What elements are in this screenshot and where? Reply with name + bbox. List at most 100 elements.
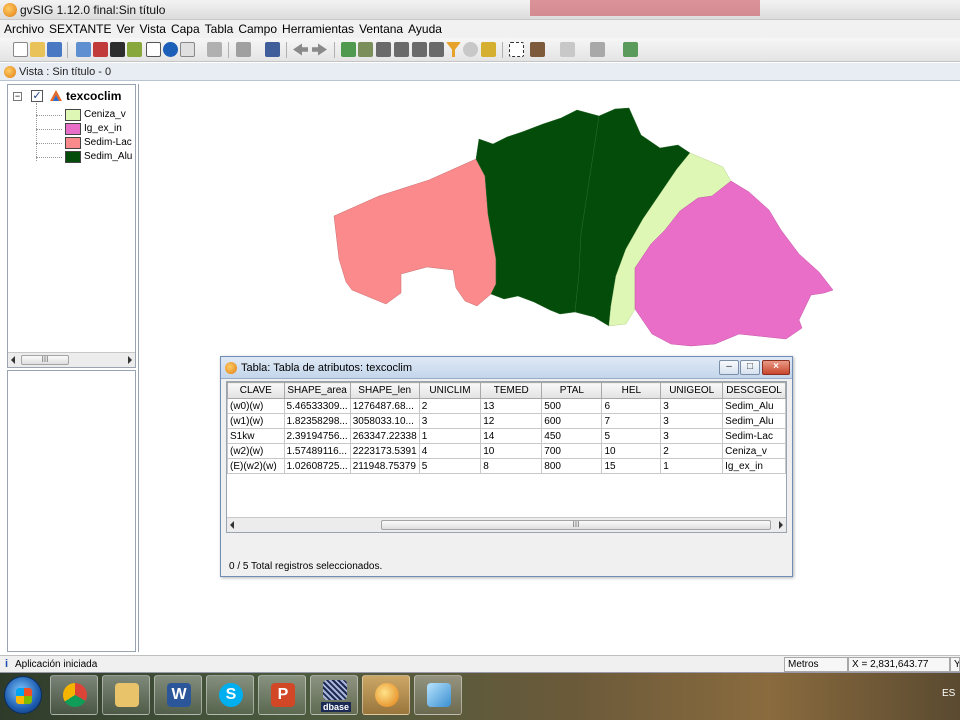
table-cell[interactable]: 5 bbox=[601, 428, 662, 444]
sort-desc-icon[interactable] bbox=[394, 42, 409, 57]
column-header[interactable]: TEMED bbox=[480, 382, 543, 399]
table-edit-icon[interactable] bbox=[358, 42, 373, 57]
table-cell[interactable]: 1.02608725... bbox=[283, 458, 351, 474]
table-row[interactable]: (E)(w2)(w) 1.02608725... 211948.75379 5 … bbox=[227, 458, 786, 474]
help-icon[interactable] bbox=[163, 42, 178, 57]
menu-tabla[interactable]: Tabla bbox=[203, 20, 237, 38]
table-cell[interactable]: Ig_ex_in bbox=[722, 458, 786, 474]
table-cell[interactable]: Ceniza_v bbox=[722, 443, 786, 459]
taskbar-chrome[interactable] bbox=[50, 675, 98, 715]
layer-visibility-checkbox[interactable]: ✓ bbox=[31, 90, 43, 102]
taskbar-word[interactable]: W bbox=[154, 675, 202, 715]
minimize-button[interactable]: – bbox=[719, 360, 739, 375]
table-cell[interactable]: 13 bbox=[480, 398, 543, 414]
print-icon[interactable] bbox=[265, 42, 280, 57]
disabled-tool-icon[interactable] bbox=[560, 42, 575, 57]
table-cell[interactable]: 2223173.5391 bbox=[349, 443, 420, 459]
open-folder-icon[interactable] bbox=[30, 42, 45, 57]
column-header[interactable]: HEL bbox=[601, 382, 662, 399]
scroll-right-icon[interactable] bbox=[779, 521, 783, 529]
table-cell[interactable]: 3 bbox=[660, 413, 724, 429]
table-row[interactable]: (w0)(w) 5.46533309... 1276487.68... 2 13… bbox=[227, 398, 786, 414]
table-cell[interactable]: 211948.75379 bbox=[349, 458, 420, 474]
table-cell[interactable]: 10 bbox=[601, 443, 662, 459]
menu-sextante[interactable]: SEXTANTE bbox=[47, 20, 114, 38]
table-cell[interactable]: 10 bbox=[480, 443, 543, 459]
table-cell[interactable]: 450 bbox=[541, 428, 603, 444]
filter-icon[interactable] bbox=[446, 42, 461, 57]
table-cell[interactable]: 3 bbox=[660, 398, 724, 414]
save-icon[interactable] bbox=[47, 42, 62, 57]
table-cell[interactable]: 2 bbox=[660, 443, 724, 459]
table-cell[interactable]: 1.57489116... bbox=[283, 443, 351, 459]
region-sedim-lac[interactable] bbox=[333, 158, 497, 307]
layer-tool-icon[interactable] bbox=[127, 42, 142, 57]
sort-asc-icon[interactable] bbox=[376, 42, 391, 57]
table-window-titlebar[interactable]: Tabla: Tabla de atributos: texcoclim – □… bbox=[221, 357, 792, 379]
table-tool-icon[interactable] bbox=[236, 42, 251, 57]
arrow-tool-icon[interactable] bbox=[207, 42, 222, 57]
scroll-left-icon[interactable] bbox=[230, 521, 234, 529]
table-row[interactable]: (w2)(w) 1.57489116... 2223173.5391 4 10 … bbox=[227, 443, 786, 459]
new-file-icon[interactable] bbox=[13, 42, 28, 57]
maximize-button[interactable]: □ bbox=[740, 360, 760, 375]
table-cell[interactable]: 12 bbox=[480, 413, 543, 429]
column-header[interactable]: UNICLIM bbox=[418, 382, 482, 399]
table-cell[interactable]: 263347.22338 bbox=[349, 428, 420, 444]
menu-ventana[interactable]: Ventana bbox=[357, 20, 406, 38]
table-cell[interactable]: 14 bbox=[480, 428, 543, 444]
table-cell[interactable]: (w0)(w) bbox=[227, 398, 285, 414]
document-edit-icon[interactable] bbox=[146, 42, 161, 57]
field-icon[interactable] bbox=[429, 42, 444, 57]
table-cell[interactable]: Sedim_Alu bbox=[722, 413, 786, 429]
column-header[interactable]: UNIGEOL bbox=[660, 382, 724, 399]
table-cell[interactable]: 3 bbox=[418, 413, 482, 429]
table-cell[interactable]: 600 bbox=[541, 413, 603, 429]
arrow-right-icon[interactable] bbox=[312, 43, 327, 56]
scroll-right-icon[interactable] bbox=[128, 356, 132, 364]
select-icon[interactable] bbox=[509, 42, 524, 57]
tools-icon[interactable] bbox=[530, 42, 545, 57]
attribute-table-window[interactable]: Tabla: Tabla de atributos: texcoclim – □… bbox=[220, 356, 793, 577]
table-cell[interactable]: 1.82358298... bbox=[283, 413, 351, 429]
table-cell[interactable]: 15 bbox=[601, 458, 662, 474]
column-header[interactable]: CLAVE bbox=[227, 382, 285, 399]
table-cell[interactable]: 4 bbox=[418, 443, 482, 459]
table-cell[interactable]: 500 bbox=[541, 398, 603, 414]
table-row[interactable]: S1kw 2.39194756... 263347.22338 1 14 450… bbox=[227, 428, 786, 444]
menu-vista[interactable]: Vista bbox=[138, 20, 169, 38]
grid-horizontal-scrollbar[interactable]: III bbox=[227, 517, 786, 532]
scroll-thumb[interactable]: III bbox=[381, 520, 771, 530]
table-cell[interactable]: 3 bbox=[660, 428, 724, 444]
table-cell[interactable]: S1kw bbox=[227, 428, 285, 444]
table-cell[interactable]: 5 bbox=[418, 458, 482, 474]
table-cell[interactable]: Sedim_Alu bbox=[722, 398, 786, 414]
table-cell[interactable]: 2.39194756... bbox=[283, 428, 351, 444]
column-header[interactable]: SHAPE_len bbox=[349, 382, 420, 399]
table-cell[interactable]: 1276487.68... bbox=[349, 398, 420, 414]
table-cell[interactable]: 800 bbox=[541, 458, 603, 474]
column-header[interactable]: DESCGEOL bbox=[722, 382, 786, 399]
table-cell[interactable]: 700 bbox=[541, 443, 603, 459]
export-icon[interactable] bbox=[481, 42, 496, 57]
disabled-tool-icon[interactable] bbox=[590, 42, 605, 57]
menu-capa[interactable]: Capa bbox=[169, 20, 203, 38]
table-cell[interactable]: 7 bbox=[601, 413, 662, 429]
taskbar-dbase[interactable]: dbase bbox=[310, 675, 358, 715]
table-cell[interactable]: 2 bbox=[418, 398, 482, 414]
table-cell[interactable]: Sedim-Lac bbox=[722, 428, 786, 444]
edit-tool-icon[interactable] bbox=[93, 42, 108, 57]
scroll-thumb[interactable]: III bbox=[21, 355, 69, 365]
table-cell[interactable]: (w1)(w) bbox=[227, 413, 285, 429]
info-tool-icon[interactable] bbox=[180, 42, 195, 57]
taskbar-other-app[interactable] bbox=[414, 675, 462, 715]
close-button[interactable]: × bbox=[762, 360, 790, 375]
menu-archivo[interactable]: Archivo bbox=[2, 20, 47, 38]
taskbar-explorer[interactable] bbox=[102, 675, 150, 715]
taskbar-powerpoint[interactable]: P bbox=[258, 675, 306, 715]
menu-campo[interactable]: Campo bbox=[236, 20, 280, 38]
column-header[interactable]: SHAPE_area bbox=[283, 382, 351, 399]
tool-icon[interactable] bbox=[76, 42, 91, 57]
menu-ayuda[interactable]: Ayuda bbox=[406, 20, 445, 38]
table-cell[interactable]: 1 bbox=[660, 458, 724, 474]
